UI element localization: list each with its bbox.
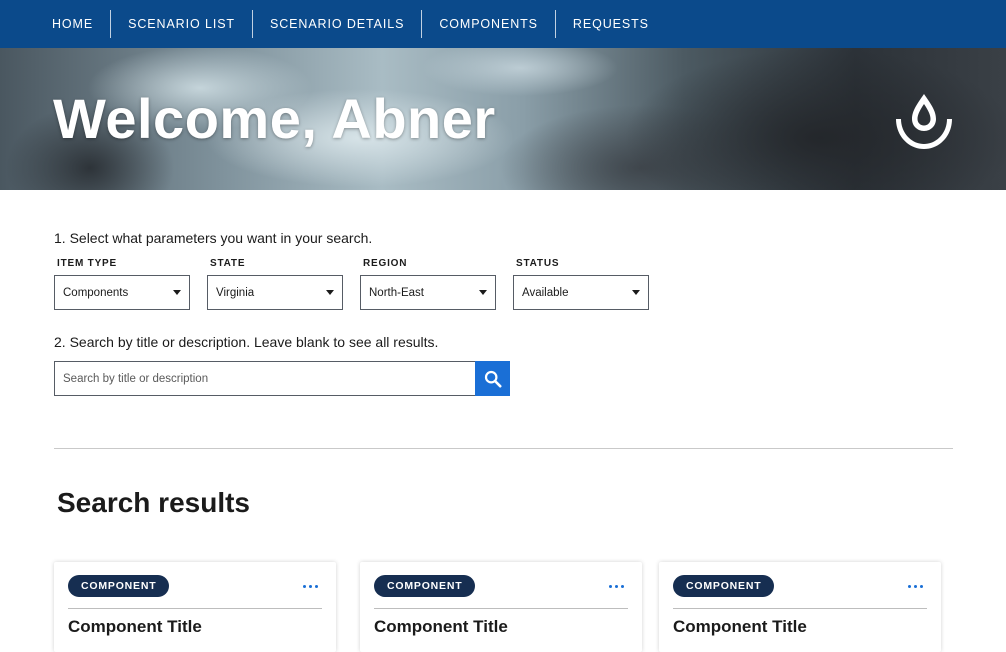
state-select[interactable]: Virginia [207,275,343,310]
step2-label: 2. Search by title or description. Leave… [54,334,439,350]
region-select[interactable]: North-East [360,275,496,310]
select-value: Available [522,286,569,299]
result-card[interactable]: COMPONENT Component Title [54,562,336,652]
section-divider [54,448,953,449]
component-badge: COMPONENT [673,575,775,597]
filter-label: ITEM TYPE [57,258,117,269]
card-divider [673,608,927,609]
search-input[interactable] [54,361,476,396]
card-divider [374,608,628,609]
caret-down-icon [632,290,640,295]
search-button[interactable] [475,361,510,396]
filter-region: REGION North-East [360,257,496,310]
results-title: Search results [57,487,250,518]
more-options-icon[interactable] [303,575,318,597]
nav-item-scenario-details[interactable]: SCENARIO DETAILS [253,10,423,38]
status-select[interactable]: Available [513,275,649,310]
filter-item-type: ITEM TYPE Components [54,257,190,310]
card-title[interactable]: Component Title [68,617,202,637]
card-title[interactable]: Component Title [374,617,508,637]
card-title[interactable]: Component Title [673,617,807,637]
component-badge: COMPONENT [374,575,476,597]
caret-down-icon [173,290,181,295]
filter-label: STATUS [516,258,560,269]
nav-item-components[interactable]: COMPONENTS [422,10,556,38]
welcome-title: Welcome, Abner [53,87,496,150]
nav-item-requests[interactable]: REQUESTS [556,10,666,38]
water-drop-icon [896,94,952,149]
component-badge: COMPONENT [68,575,170,597]
card-divider [68,608,322,609]
hero-banner: Welcome, Abner [0,48,1006,190]
caret-down-icon [479,290,487,295]
select-value: Components [63,286,129,299]
result-card[interactable]: COMPONENT Component Title [659,562,941,652]
search-icon [484,370,502,388]
more-options-icon[interactable] [908,575,923,597]
caret-down-icon [326,290,334,295]
result-card[interactable]: COMPONENT Component Title [360,562,642,652]
top-nav: HOME SCENARIO LIST SCENARIO DETAILS COMP… [0,0,1006,48]
nav-item-home[interactable]: HOME [35,10,112,38]
select-value: North-East [369,286,424,299]
step1-label: 1. Select what parameters you want in yo… [54,230,373,246]
filter-state: STATE Virginia [207,257,343,310]
filter-label: REGION [363,258,408,269]
more-options-icon[interactable] [609,575,624,597]
select-value: Virginia [216,286,255,299]
item-type-select[interactable]: Components [54,275,190,310]
filter-status: STATUS Available [513,257,649,310]
filter-label: STATE [210,258,246,269]
nav-item-scenario-list[interactable]: SCENARIO LIST [111,10,253,38]
